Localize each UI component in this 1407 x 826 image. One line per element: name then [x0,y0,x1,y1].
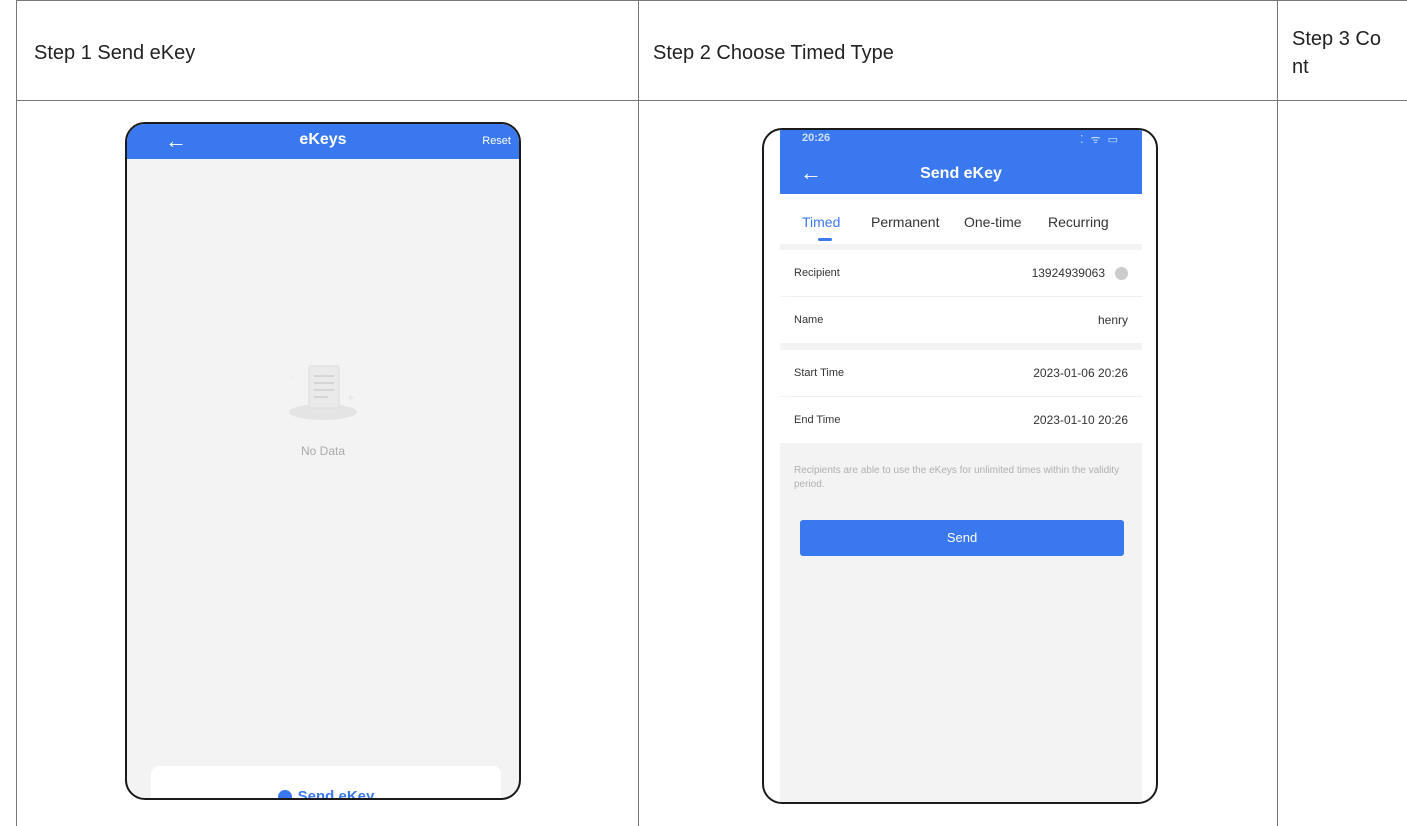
recipient-value: 13924939063 [1031,266,1105,280]
send-ekey-button[interactable]: Send eKey [151,788,501,800]
table-divider-1 [638,0,639,826]
send-button[interactable]: Send [800,520,1124,556]
start-time-label: Start Time [794,367,845,379]
step-3-header: Step 3 Co nt [1278,0,1407,100]
send-ekey-screen: 20:26 ⁚ ᯤ ▭ ← Send eKey Timed Permanent … [780,130,1142,802]
name-row[interactable]: Name henry [780,297,1142,343]
phone-screenshot-ekeys: ← eKeys Reset · + No Data Send eKey [125,122,521,800]
tab-timed[interactable]: Timed [802,214,840,230]
end-time-value: 2023-01-10 20:26 [1033,413,1128,427]
table-header-divider [16,100,1407,101]
tab-one-time[interactable]: One-time [964,214,1022,230]
tab-recurring[interactable]: Recurring [1048,214,1109,230]
reset-button[interactable]: Reset [482,135,511,147]
step-2-header: Step 2 Choose Timed Type [639,0,1276,100]
status-time: 20:26 [802,132,831,144]
tab-permanent[interactable]: Permanent [871,214,939,230]
end-time-label: End Time [794,414,841,426]
send-ekey-label: Send eKey [297,788,375,800]
active-tab-indicator [818,238,832,241]
contact-icon[interactable] [1115,267,1128,281]
recipient-value-wrap: 13924939063 [1031,266,1128,281]
table-border-left [16,0,17,826]
name-value: henry [1097,313,1128,327]
step-1-label: Step 1 Send eKey [34,42,196,64]
step-3-label-line2: nt [1292,56,1309,78]
name-label: Name [794,314,824,326]
step-2-label: Step 2 Choose Timed Type [653,42,894,64]
validity-note: Recipients are able to use the eKeys for… [794,465,1120,490]
status-bar: 20:26 ⁚ ᯤ ▭ [780,130,1142,152]
recipient-label: Recipient [794,267,840,279]
empty-document-icon: · + [289,365,357,420]
svg-text:·: · [291,373,294,382]
end-time-row[interactable]: End Time 2023-01-10 20:26 [780,397,1142,443]
step-3-label-line1: Step 3 Co [1292,28,1381,50]
send-ekey-header: ← Send eKey [780,152,1142,194]
step-1-header: Step 1 Send eKey [17,0,637,100]
svg-text:+: + [347,393,355,403]
send-ekey-bar: Send eKey [151,766,501,800]
status-icons: ⁚ ᯤ ▭ [1079,134,1120,146]
table-divider-2 [1277,0,1278,826]
start-time-value: 2023-01-06 20:26 [1033,366,1128,380]
phone-screenshot-send-ekey: 20:26 ⁚ ᯤ ▭ ← Send eKey Timed Permanent … [762,128,1158,804]
type-tabs: Timed Permanent One-time Recurring [780,194,1142,244]
ekeys-header: ← eKeys Reset [127,124,519,159]
plus-circle-icon [277,790,292,798]
start-time-row[interactable]: Start Time 2023-01-06 20:26 [780,350,1142,396]
no-data-text: No Data [300,444,346,458]
send-ekey-title: Send eKey [920,165,1002,182]
ekeys-title: eKeys [299,131,347,148]
recipient-row[interactable]: Recipient 13924939063 [780,250,1142,296]
